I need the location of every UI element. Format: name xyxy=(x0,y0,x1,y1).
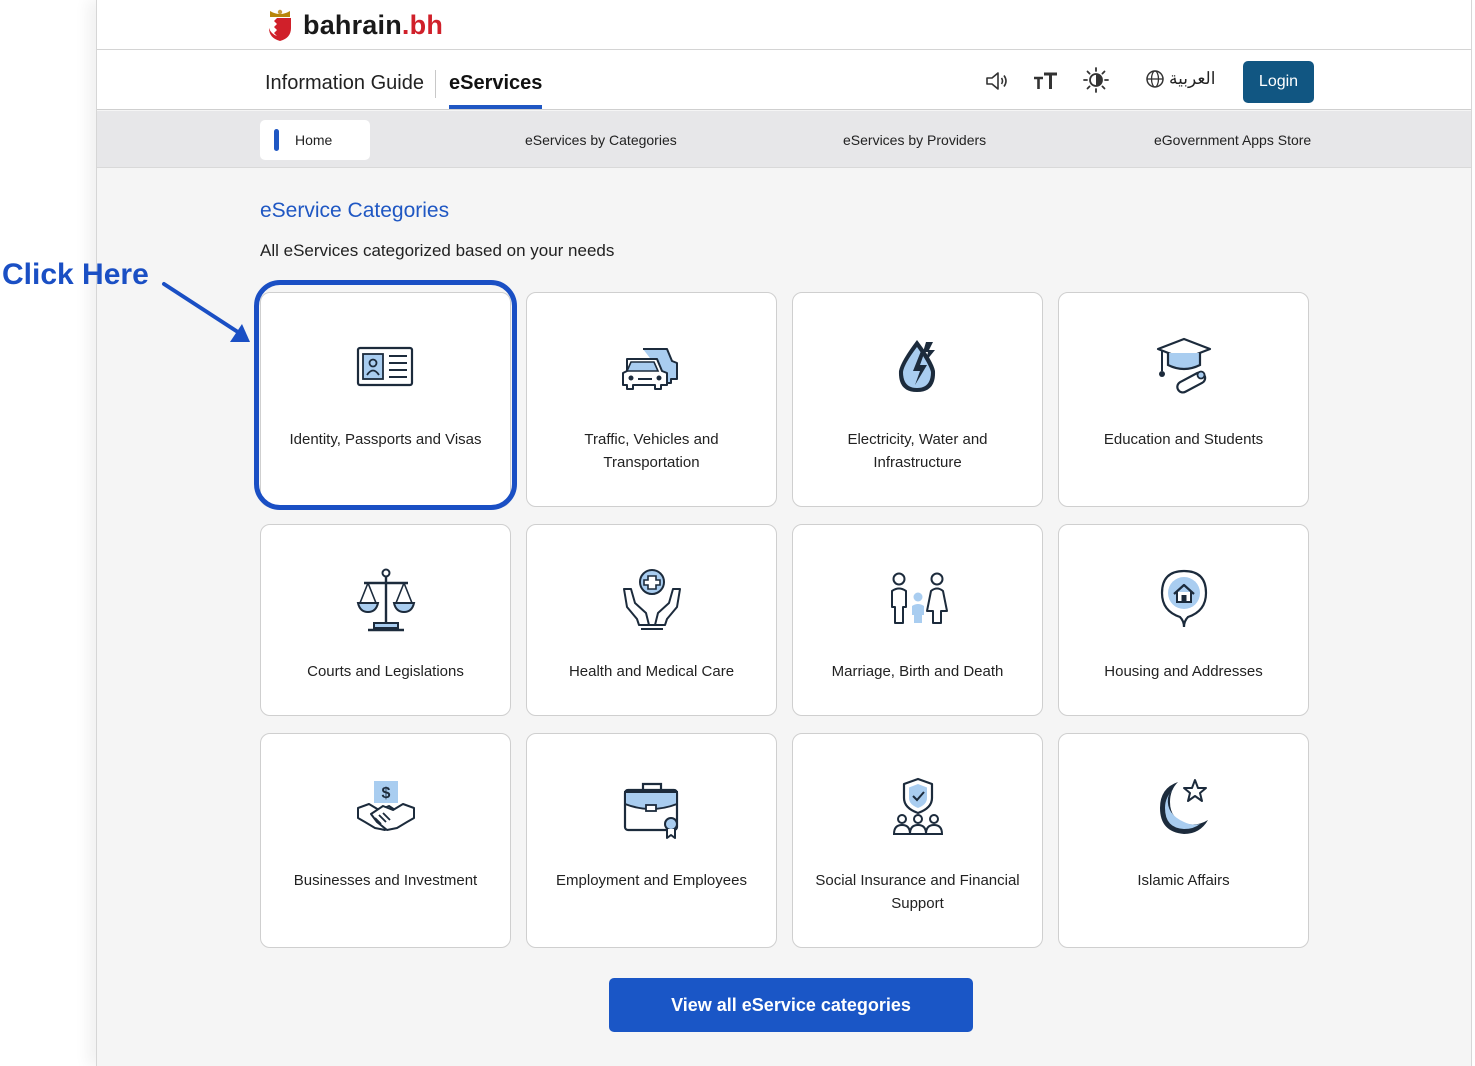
tab-divider xyxy=(435,70,436,98)
hands-medical-icon xyxy=(527,567,776,631)
category-label: Islamic Affairs xyxy=(1137,872,1230,889)
category-card-social-insurance[interactable]: Social Insurance and Financial Support xyxy=(792,733,1043,948)
category-label: Courts and Legislations xyxy=(307,663,464,680)
page-subtitle: All eServices categorized based on your … xyxy=(260,241,615,260)
crescent-star-icon xyxy=(1059,776,1308,838)
page-title: eService Categories xyxy=(260,199,450,222)
sub-nav: Home eServices by Categories eServices b… xyxy=(97,111,1471,168)
cars-icon xyxy=(527,343,776,391)
category-label: Health and Medical Care xyxy=(568,663,735,680)
category-card-islamic-affairs[interactable]: Islamic Affairs xyxy=(1058,733,1309,948)
category-label: Housing and Addresses xyxy=(1104,663,1263,680)
family-icon xyxy=(793,571,1042,627)
category-card-courts[interactable]: Courts and Legislations xyxy=(260,524,511,716)
shield-people-icon xyxy=(793,776,1042,838)
login-button[interactable]: Login xyxy=(1243,61,1314,103)
speaker-icon[interactable] xyxy=(982,68,1012,94)
highlight-outline xyxy=(254,280,517,510)
main-nav: Information Guide eServices العربية Logi… xyxy=(97,50,1471,110)
svg-text:$: $ xyxy=(381,785,390,802)
category-label: Social Insurance and Financial Support xyxy=(815,872,1020,912)
scales-icon xyxy=(261,567,510,633)
category-label: Businesses and Investment xyxy=(293,872,478,889)
subnav-eservices-by-categories[interactable]: eServices by Categories xyxy=(525,132,677,148)
site-logo[interactable]: bahrain.bh xyxy=(265,8,443,42)
page: bahrain.bh Information Guide eServices ا… xyxy=(96,0,1472,1066)
category-label: Education and Students xyxy=(1103,431,1264,448)
category-card-electricity[interactable]: Electricity, Water and Infrastructure xyxy=(792,292,1043,507)
active-indicator xyxy=(274,129,279,151)
contrast-icon[interactable] xyxy=(1081,67,1111,93)
subnav-home-label: Home xyxy=(295,132,333,148)
category-card-housing[interactable]: Housing and Addresses xyxy=(1058,524,1309,716)
subnav-eservices-by-providers[interactable]: eServices by Providers xyxy=(843,132,986,148)
briefcase-icon xyxy=(527,778,776,840)
text-size-icon[interactable] xyxy=(1031,68,1061,94)
logo-text: bahrain xyxy=(303,9,402,40)
language-label: العربية xyxy=(1169,69,1216,88)
subnav-egovernment-apps-store[interactable]: eGovernment Apps Store xyxy=(1154,132,1311,148)
globe-icon xyxy=(1146,70,1164,88)
category-label: Traffic, Vehicles and Transportation xyxy=(584,431,719,471)
category-card-marriage[interactable]: Marriage, Birth and Death xyxy=(792,524,1043,716)
category-label: Employment and Employees xyxy=(556,872,747,889)
category-label: Marriage, Birth and Death xyxy=(831,663,1004,680)
handshake-dollar-icon: $ xyxy=(261,778,510,836)
graduation-cap-icon xyxy=(1059,333,1308,397)
category-card-education[interactable]: Education and Students xyxy=(1058,292,1309,507)
category-card-health[interactable]: Health and Medical Care xyxy=(526,524,777,716)
category-card-traffic[interactable]: Traffic, Vehicles and Transportation xyxy=(526,292,777,507)
view-all-categories-button[interactable]: View all eService categories xyxy=(609,978,973,1032)
subnav-home[interactable]: Home xyxy=(260,120,370,160)
tab-eservices[interactable]: eServices xyxy=(449,72,543,109)
callout-arrow-icon xyxy=(162,282,250,342)
water-electricity-icon xyxy=(793,337,1042,395)
category-card-business[interactable]: $ Businesses and Investment xyxy=(260,733,511,948)
language-switch[interactable]: العربية xyxy=(1145,69,1215,89)
tab-information-guide[interactable]: Information Guide xyxy=(265,72,424,105)
click-here-callout: Click Here xyxy=(2,258,149,291)
emblem-icon xyxy=(269,9,291,41)
top-bar: bahrain.bh xyxy=(97,0,1471,50)
house-pin-icon xyxy=(1059,567,1308,629)
category-label: Electricity, Water and Infrastructure xyxy=(847,431,988,471)
category-card-employment[interactable]: Employment and Employees xyxy=(526,733,777,948)
logo-domain: .bh xyxy=(401,9,444,40)
